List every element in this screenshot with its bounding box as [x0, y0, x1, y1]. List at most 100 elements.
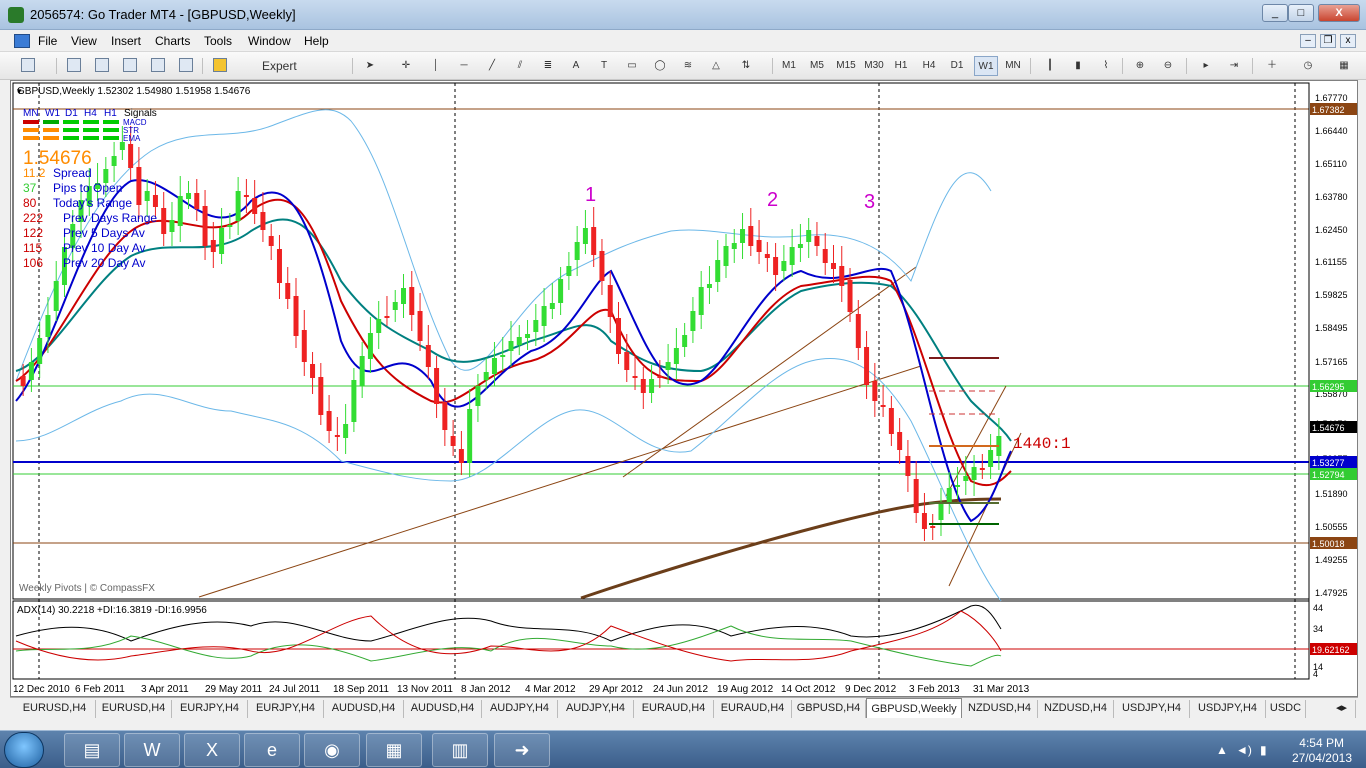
zoom-out-icon[interactable]: ⊖	[1158, 56, 1178, 76]
new-order-icon[interactable]	[210, 56, 230, 76]
wave-label-3: 3	[864, 191, 875, 213]
text-label-icon[interactable]: T	[594, 56, 614, 76]
strategy-tester-icon[interactable]	[176, 56, 196, 76]
line-chart-icon[interactable]: ⌇	[1096, 56, 1116, 76]
navigator-icon[interactable]	[120, 56, 140, 76]
mdi-doc-icon[interactable]	[14, 34, 30, 48]
mdi-minimize-icon[interactable]: –	[1300, 34, 1316, 48]
indicators-icon[interactable]: ＋	[1262, 56, 1282, 76]
menu-view[interactable]: View	[71, 34, 97, 48]
volume-icon[interactable]: ◄)	[1236, 743, 1252, 757]
candle-body	[384, 316, 390, 318]
triangle-icon[interactable]: △	[706, 56, 726, 76]
timeframe-w1[interactable]: W1	[974, 56, 998, 76]
tray-arrow-icon[interactable]: ▲	[1216, 743, 1228, 757]
expert-advisors-button[interactable]: Expert Advisors	[238, 56, 342, 93]
chart-shift-icon[interactable]: ⇥	[1224, 56, 1244, 76]
mdi-restore-icon[interactable]: ❐	[1320, 34, 1336, 48]
chart-tab[interactable]: EURJPY,H4	[248, 700, 324, 718]
chart-tab[interactable]: USDC	[1266, 700, 1306, 718]
text-icon[interactable]: A	[566, 56, 586, 76]
candle-body	[434, 368, 440, 404]
ie-taskbar-icon[interactable]: e	[244, 733, 300, 767]
trendline-icon[interactable]: ╱	[482, 56, 502, 76]
info-prev10-value: 115	[23, 241, 42, 255]
chart-tab[interactable]: NZDUSD,H4	[1038, 700, 1114, 718]
vertical-line-icon[interactable]: │	[426, 56, 446, 76]
chart-tab[interactable]: EURUSD,H4	[14, 700, 96, 718]
timeframe-m30[interactable]: M30	[861, 56, 887, 76]
tab-scroll-arrows-icon[interactable]: ◂▸	[1328, 700, 1356, 718]
candle-body	[839, 266, 845, 286]
timeframe-d1[interactable]: D1	[945, 56, 969, 76]
candlestick-icon[interactable]: ▮	[1068, 56, 1088, 76]
chart-tab[interactable]: AUDUSD,H4	[404, 700, 482, 718]
candle-body	[376, 319, 382, 333]
chart-tab[interactable]: AUDUSD,H4	[324, 700, 404, 718]
chart-tab[interactable]: GBPUSD,Weekly	[866, 698, 962, 718]
clock-date[interactable]: 27/04/2013	[1292, 751, 1352, 765]
menu-tools[interactable]: Tools	[204, 34, 232, 48]
menu-insert[interactable]: Insert	[111, 34, 141, 48]
clock-time[interactable]: 4:54 PM	[1299, 736, 1344, 750]
chart-tab[interactable]: EURUSD,H4	[96, 700, 172, 718]
mdi-close-icon[interactable]: x	[1340, 34, 1356, 48]
menu-window[interactable]: Window	[248, 34, 291, 48]
arrows-icon[interactable]: ⇅	[736, 56, 756, 76]
fib-fan-icon[interactable]: ≋	[678, 56, 698, 76]
network-icon[interactable]: ▮	[1260, 743, 1267, 757]
close-button[interactable]: X	[1318, 4, 1360, 22]
timeframe-mn[interactable]: MN	[1001, 56, 1025, 76]
fibonacci-icon[interactable]: ≣	[538, 56, 558, 76]
data-window-icon[interactable]	[92, 56, 112, 76]
mt4-taskbar-icon[interactable]: ▥	[432, 733, 488, 767]
chart-tab[interactable]: EURJPY,H4	[172, 700, 248, 718]
chart-canvas[interactable]: GBPUSD,Weekly 1.52302 1.54980 1.51958 1.…	[11, 81, 1358, 697]
calculator-taskbar-icon[interactable]: ▦	[366, 733, 422, 767]
menu-charts[interactable]: Charts	[155, 34, 190, 48]
candle-body	[326, 411, 332, 431]
autoscroll-icon[interactable]: ▸	[1196, 56, 1216, 76]
cursor-icon[interactable]: ➤	[360, 56, 380, 76]
templates-icon[interactable]: ▦	[1334, 56, 1354, 76]
chart-tab[interactable]: NZDUSD,H4	[962, 700, 1038, 718]
terminal-icon[interactable]	[148, 56, 168, 76]
start-button[interactable]	[4, 732, 44, 768]
timeframe-m5[interactable]: M5	[805, 56, 829, 76]
zoom-in-icon[interactable]: ⊕	[1130, 56, 1150, 76]
periodicity-icon[interactable]: ◷	[1298, 56, 1318, 76]
minimize-button[interactable]: _	[1262, 4, 1288, 22]
crosshair-icon[interactable]: ✛	[396, 56, 416, 76]
market-watch-icon[interactable]	[64, 56, 84, 76]
candle-body	[210, 240, 216, 252]
chart-tab[interactable]: AUDJPY,H4	[558, 700, 634, 718]
chart-tab[interactable]: AUDJPY,H4	[482, 700, 558, 718]
price-tag: 1.67382	[1312, 105, 1345, 115]
price-tag: 1.53277	[1312, 458, 1345, 468]
chart-window[interactable]: GBPUSD,Weekly 1.52302 1.54980 1.51958 1.…	[10, 80, 1358, 697]
chart-tab[interactable]: USDJPY,H4	[1190, 700, 1266, 718]
rectangle-icon[interactable]: ▭	[622, 56, 642, 76]
timeframe-h4[interactable]: H4	[917, 56, 941, 76]
chart-tab[interactable]: EURAUD,H4	[714, 700, 792, 718]
chart-tab[interactable]: EURAUD,H4	[634, 700, 714, 718]
horizontal-line-icon[interactable]: ─	[454, 56, 474, 76]
menu-file[interactable]: File	[38, 34, 57, 48]
ellipse-icon[interactable]: ◯	[650, 56, 670, 76]
timeframe-m1[interactable]: M1	[777, 56, 801, 76]
goto-taskbar-icon[interactable]: ➜	[494, 733, 550, 767]
word-taskbar-icon[interactable]: W	[124, 733, 180, 767]
timeframe-m15[interactable]: M15	[833, 56, 859, 76]
chart-tab[interactable]: USDJPY,H4	[1114, 700, 1190, 718]
info-today-label: Today's Range	[53, 196, 132, 210]
excel-taskbar-icon[interactable]: X	[184, 733, 240, 767]
explorer-taskbar-icon[interactable]: ▤	[64, 733, 120, 767]
maximize-button[interactable]: □	[1288, 4, 1314, 22]
timeframe-h1[interactable]: H1	[889, 56, 913, 76]
chart-tab[interactable]: GBPUSD,H4	[792, 700, 866, 718]
bar-chart-icon[interactable]: ┃	[1040, 56, 1060, 76]
chrome-taskbar-icon[interactable]: ◉	[304, 733, 360, 767]
new-chart-icon[interactable]	[18, 56, 38, 76]
menu-help[interactable]: Help	[304, 34, 329, 48]
channel-icon[interactable]: ⫽	[510, 56, 530, 76]
